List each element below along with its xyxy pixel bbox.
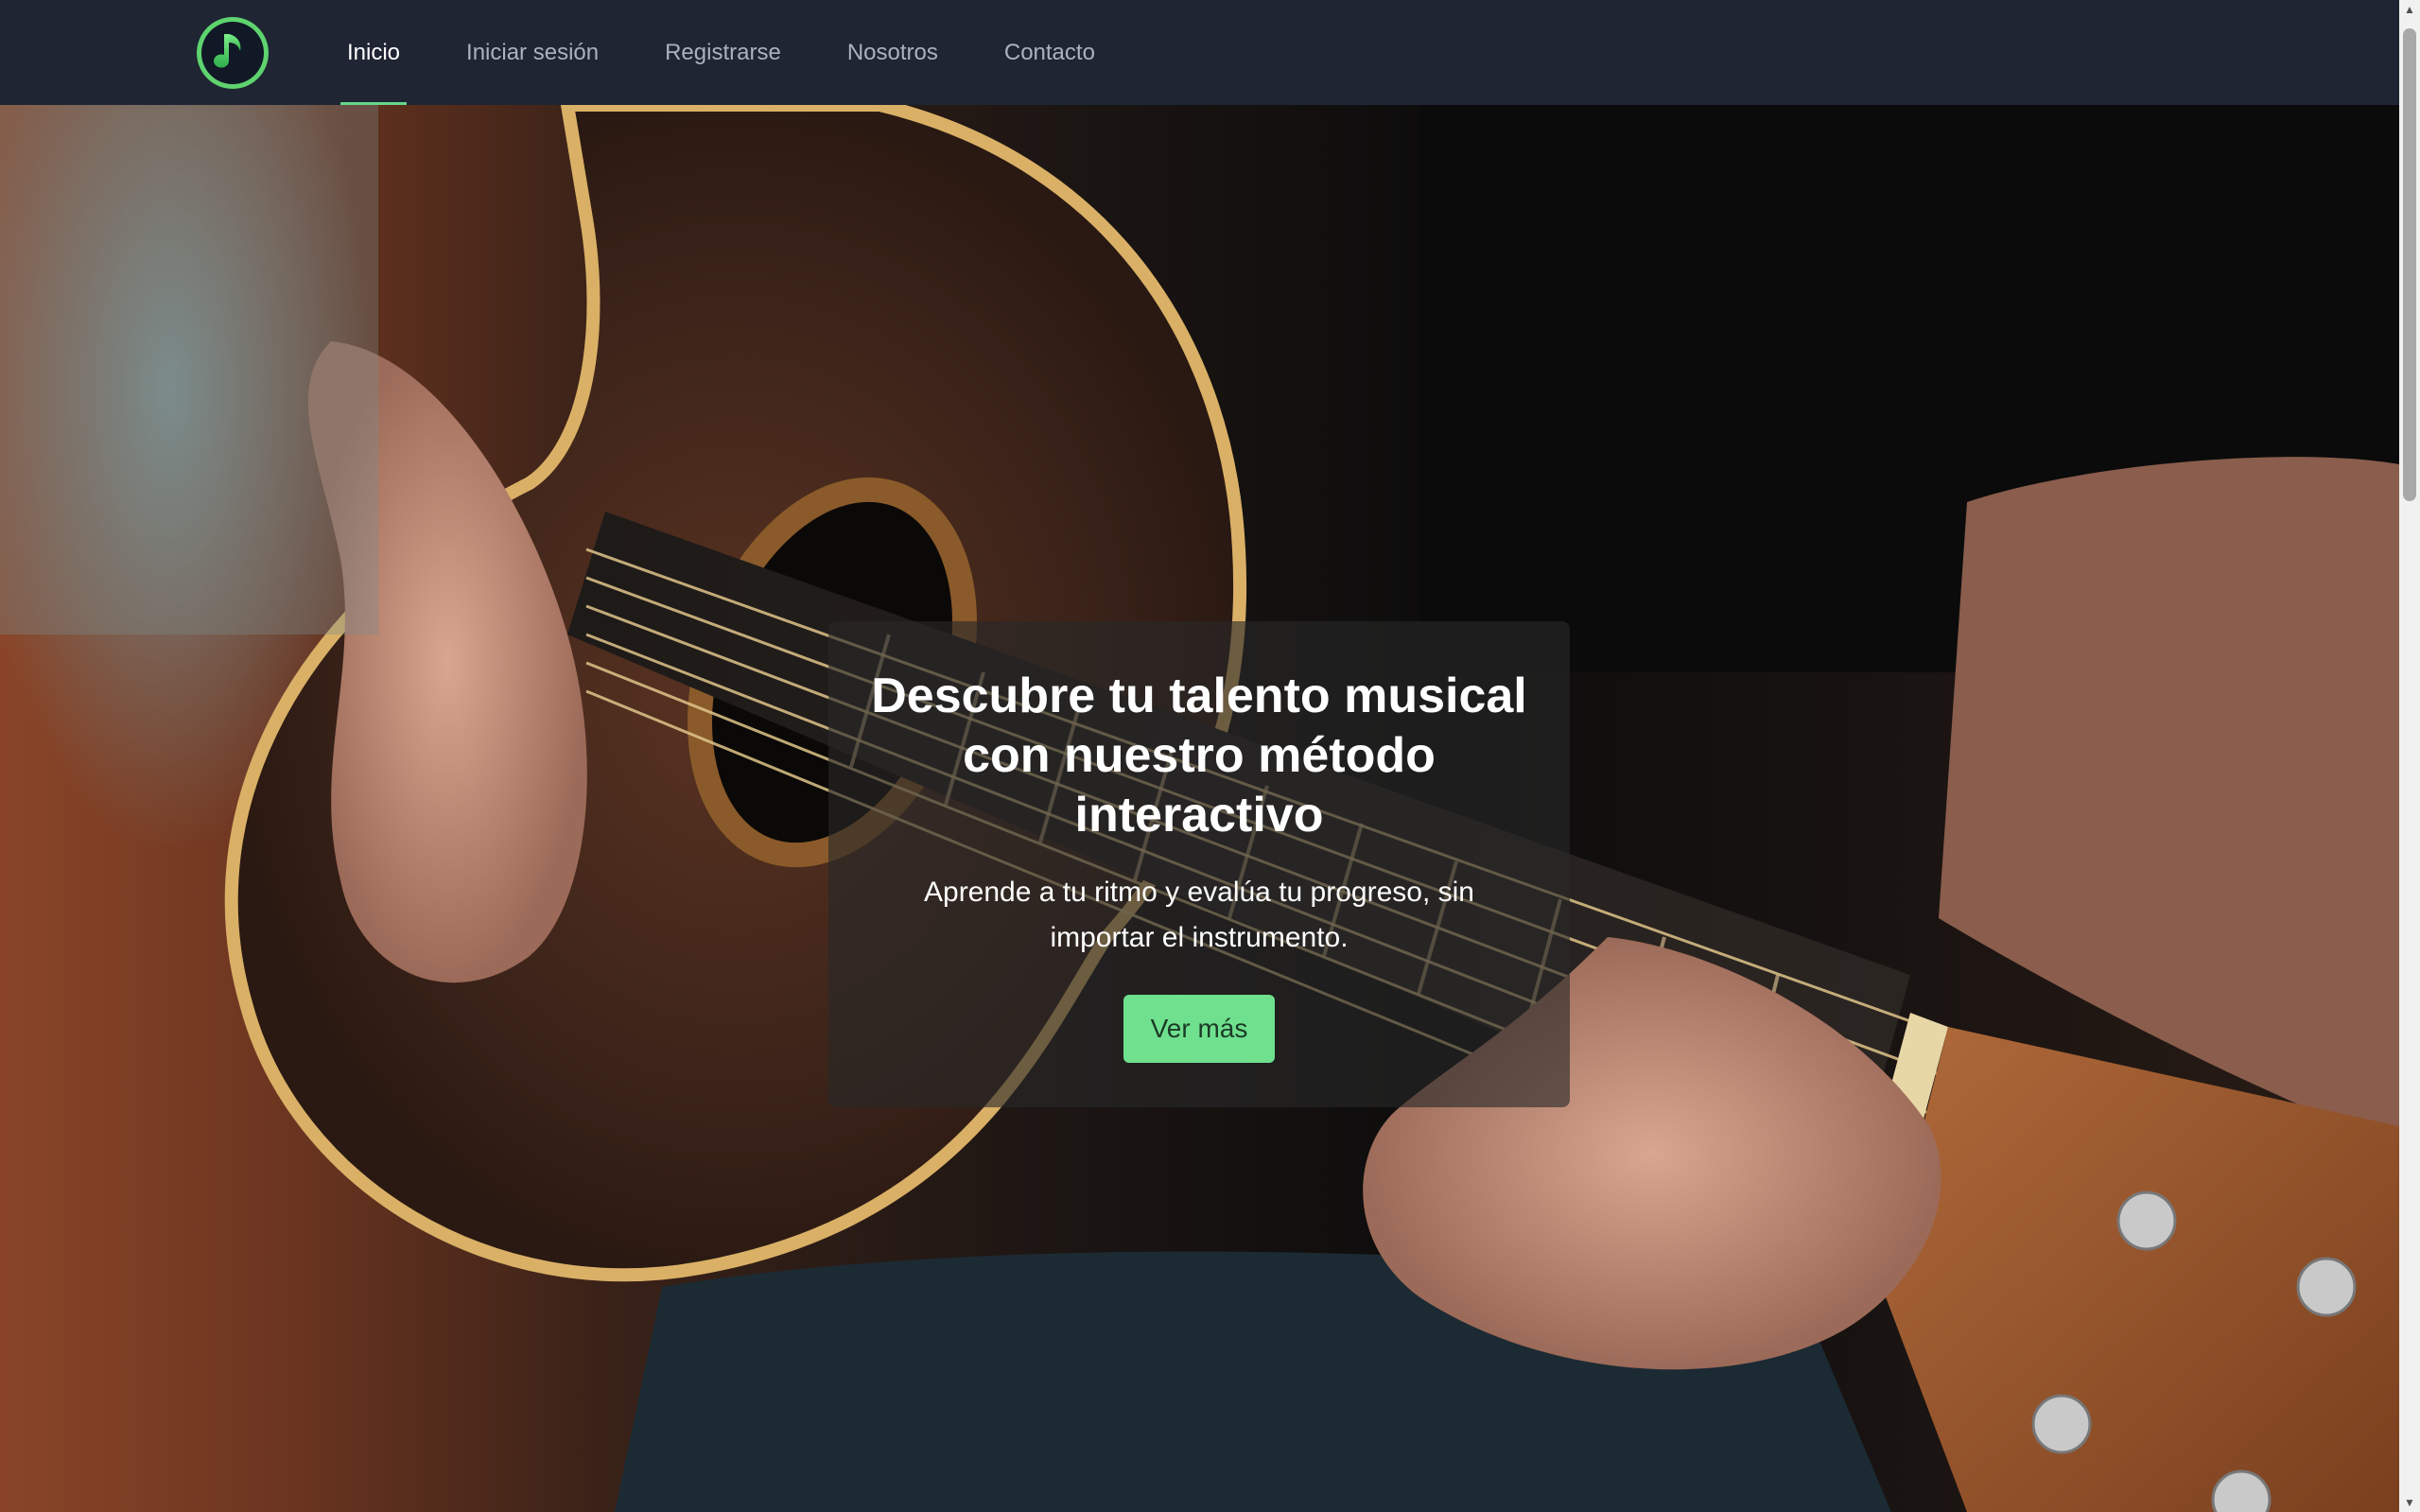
nav-link-registrarse[interactable]: Registrarse: [658, 0, 788, 105]
hero-section: Descubre tu talento musical con nuestro …: [0, 105, 2399, 1512]
scrollbar-thumb[interactable]: [2403, 28, 2416, 501]
top-navbar: Inicio Iniciar sesión Registrarse Nosotr…: [0, 0, 2399, 105]
music-note-icon[interactable]: [197, 17, 269, 89]
hero-title: Descubre tu talento musical con nuestro …: [871, 669, 1527, 843]
main-nav: Inicio Iniciar sesión Registrarse Nosotr…: [340, 0, 1155, 105]
hero-overlay-card: Descubre tu talento musical con nuestro …: [828, 621, 1570, 1107]
scroll-down-icon[interactable]: ▼: [2399, 1493, 2420, 1512]
nav-link-inicio[interactable]: Inicio: [340, 0, 408, 105]
ver-mas-button[interactable]: Ver más: [1123, 995, 1275, 1063]
nav-link-iniciar-sesion[interactable]: Iniciar sesión: [460, 0, 605, 105]
scroll-up-icon[interactable]: ▲: [2399, 0, 2420, 19]
nav-link-contacto[interactable]: Contacto: [998, 0, 1102, 105]
page-scrollbar[interactable]: ▲ ▼: [2399, 0, 2420, 1512]
hero-subtitle: Aprende a tu ritmo y evalúa tu progreso,…: [924, 877, 1474, 953]
nav-link-nosotros[interactable]: Nosotros: [841, 0, 945, 105]
